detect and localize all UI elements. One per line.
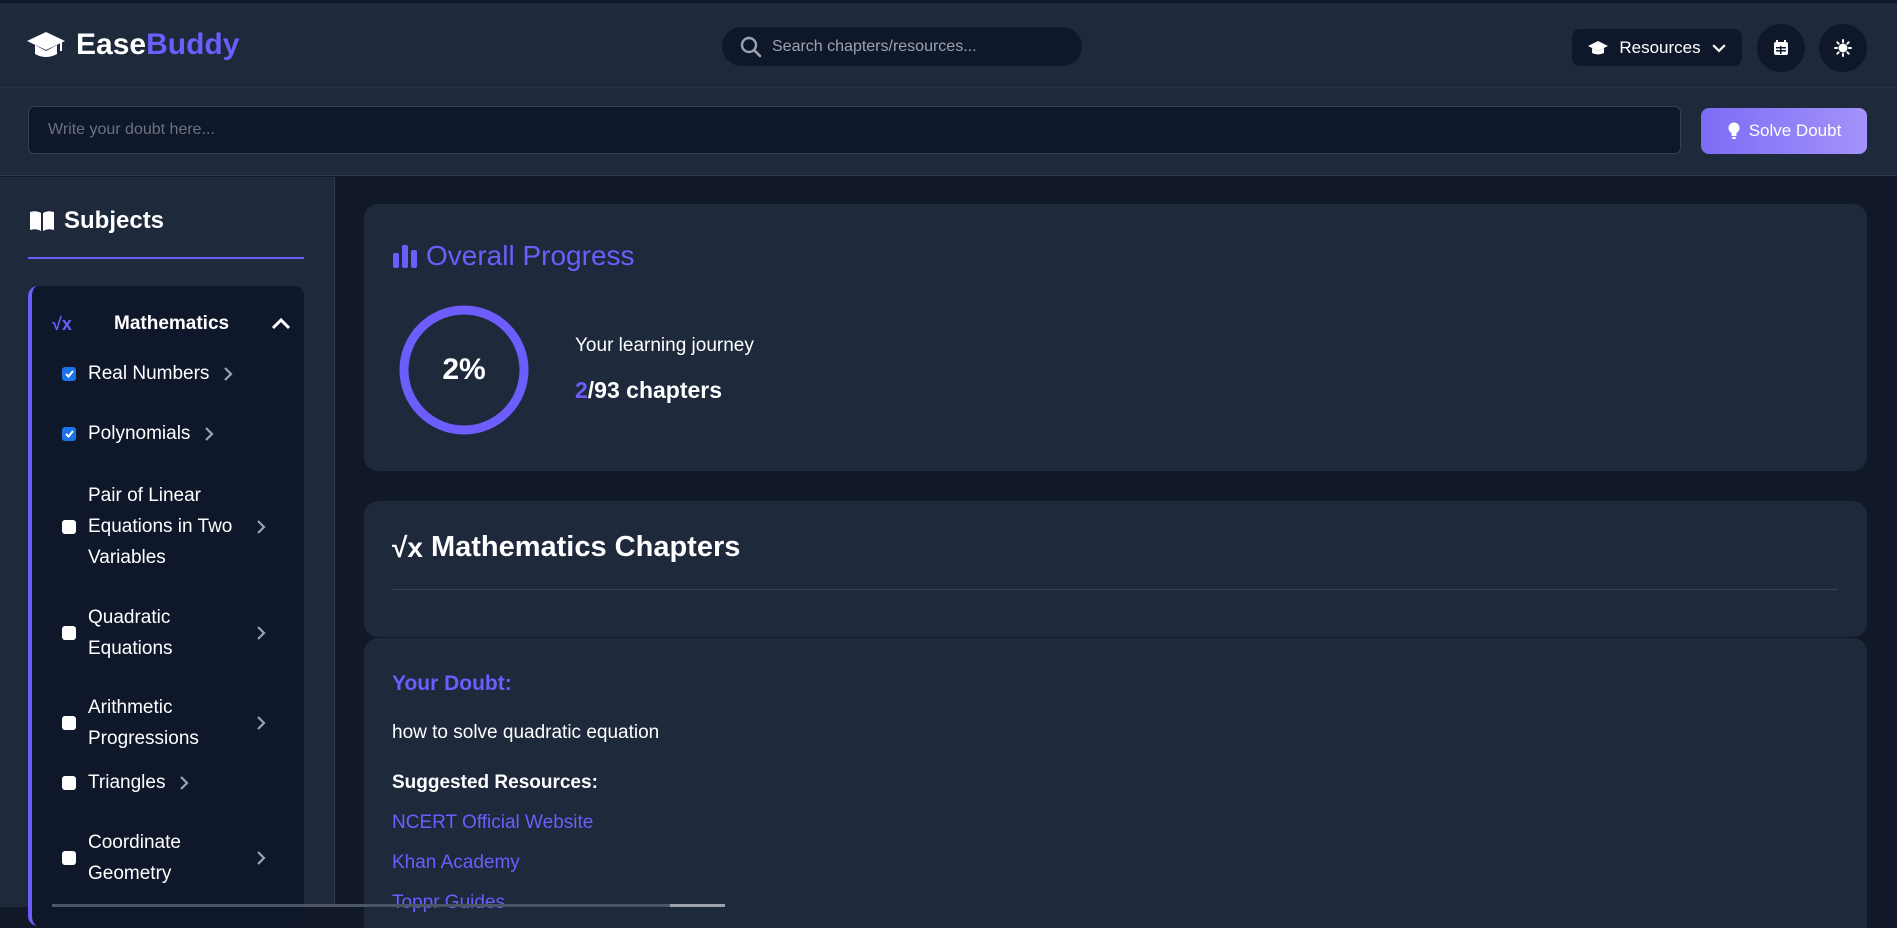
chevron-right-icon[interactable] (221, 365, 235, 383)
bar-chart-icon (392, 243, 418, 269)
chapter-item[interactable]: Real Numbers (62, 358, 288, 389)
chevron-right-icon[interactable] (202, 425, 216, 443)
chevron-right-icon[interactable] (254, 518, 268, 536)
chevron-right-icon[interactable] (254, 624, 268, 642)
search-input[interactable] (772, 38, 1072, 56)
chevron-right-icon[interactable] (254, 714, 268, 732)
top-header: EaseBuddy Resources (0, 0, 1897, 88)
check-icon (64, 368, 75, 379)
subject-name: Mathematics (114, 313, 229, 335)
chapter-label[interactable]: Polynomials (88, 418, 190, 449)
lightbulb-icon (1727, 122, 1741, 140)
divider (392, 589, 1838, 590)
chapter-checkbox[interactable] (62, 427, 76, 441)
subjects-heading: Subjects (28, 207, 304, 259)
resource-link[interactable]: NCERT Official Website (392, 812, 593, 834)
app-logo[interactable]: EaseBuddy (26, 25, 239, 65)
resources-dropdown-button[interactable]: Resources (1572, 29, 1742, 66)
theme-toggle-button[interactable] (1819, 24, 1867, 72)
progress-percent: 2% (398, 304, 530, 436)
book-open-icon (28, 209, 56, 233)
subject-card-mathematics: √x Mathematics Real Numbers Polynomials (28, 286, 304, 926)
chevron-right-icon[interactable] (177, 774, 191, 792)
calendar-icon (1772, 39, 1790, 57)
chapter-label[interactable]: Real Numbers (88, 358, 209, 389)
chevron-up-icon[interactable] (270, 313, 292, 335)
chapter-item[interactable]: Pair of Linear Equations in Two Variable… (62, 480, 288, 573)
resources-label: Resources (1619, 38, 1700, 58)
logo-text-buddy: Buddy (146, 28, 239, 61)
chevron-right-icon[interactable] (254, 849, 268, 867)
mathematics-chapters-title: Mathematics Chapters (431, 531, 740, 564)
suggested-resources-label: Suggested Resources: (392, 772, 598, 794)
chapter-label[interactable]: Arithmetic Progressions (88, 692, 228, 754)
graduation-cap-icon (1587, 39, 1609, 57)
chapter-checkbox[interactable] (62, 626, 76, 640)
graduation-cap-icon (26, 28, 66, 62)
sun-icon (1834, 39, 1852, 57)
search-bar[interactable] (722, 27, 1082, 66)
check-icon (64, 428, 75, 439)
subjects-sidebar: Subjects √x Mathematics Real Numbers Pol… (0, 177, 335, 907)
subjects-heading-text: Subjects (64, 207, 164, 235)
doubt-question: how to solve quadratic equation (392, 722, 659, 744)
chapters-count: 2/93 chapters (575, 377, 722, 404)
mathematics-chapters-card: √x Mathematics Chapters (364, 501, 1867, 637)
chapter-item[interactable]: Arithmetic Progressions (62, 692, 288, 754)
chapter-item[interactable]: Polynomials (62, 418, 288, 449)
resource-link[interactable]: Khan Academy (392, 852, 520, 874)
doubt-bar: Solve Doubt (0, 88, 1897, 176)
chapter-label[interactable]: Triangles (88, 767, 165, 798)
overall-progress-heading: Overall Progress (392, 240, 635, 272)
chapter-checkbox[interactable] (62, 851, 76, 865)
doubt-result-card: Your Doubt: how to solve quadratic equat… (364, 638, 1867, 928)
chapter-checkbox[interactable] (62, 716, 76, 730)
mathematics-chapters-heading: √x Mathematics Chapters (392, 531, 740, 564)
subject-toggle-mathematics[interactable]: √x Mathematics (52, 309, 292, 339)
square-root-icon: √x (392, 532, 423, 564)
chapter-item[interactable]: Triangles (62, 767, 288, 798)
doubt-input[interactable] (28, 106, 1681, 154)
chapter-item[interactable]: Coordinate Geometry (62, 827, 288, 889)
chevron-down-icon (1711, 41, 1727, 55)
logo-text-ease: Ease (76, 28, 146, 61)
search-icon (740, 36, 762, 58)
overall-progress-title: Overall Progress (426, 240, 635, 272)
chapters-completed: 2 (575, 377, 588, 403)
solve-doubt-button[interactable]: Solve Doubt (1701, 108, 1867, 154)
chapter-label[interactable]: Quadratic Equations (88, 602, 208, 664)
chapter-checkbox[interactable] (62, 367, 76, 381)
your-doubt-label: Your Doubt: (392, 672, 512, 696)
chapter-checkbox[interactable] (62, 776, 76, 790)
square-root-icon: √x (52, 314, 82, 335)
chapter-item[interactable]: Quadratic Equations (62, 602, 288, 664)
chapter-checkbox[interactable] (62, 520, 76, 534)
resource-link[interactable]: Toppr Guides (392, 892, 505, 914)
chapter-label[interactable]: Pair of Linear Equations in Two Variable… (88, 480, 258, 573)
solve-doubt-label: Solve Doubt (1749, 121, 1842, 141)
learning-journey-label: Your learning journey (575, 335, 754, 357)
calendar-button[interactable] (1757, 24, 1805, 72)
chapters-total: /93 chapters (588, 377, 722, 403)
overall-progress-card: Overall Progress 2% Your learning journe… (364, 204, 1867, 471)
chapter-label[interactable]: Coordinate Geometry (88, 827, 208, 889)
